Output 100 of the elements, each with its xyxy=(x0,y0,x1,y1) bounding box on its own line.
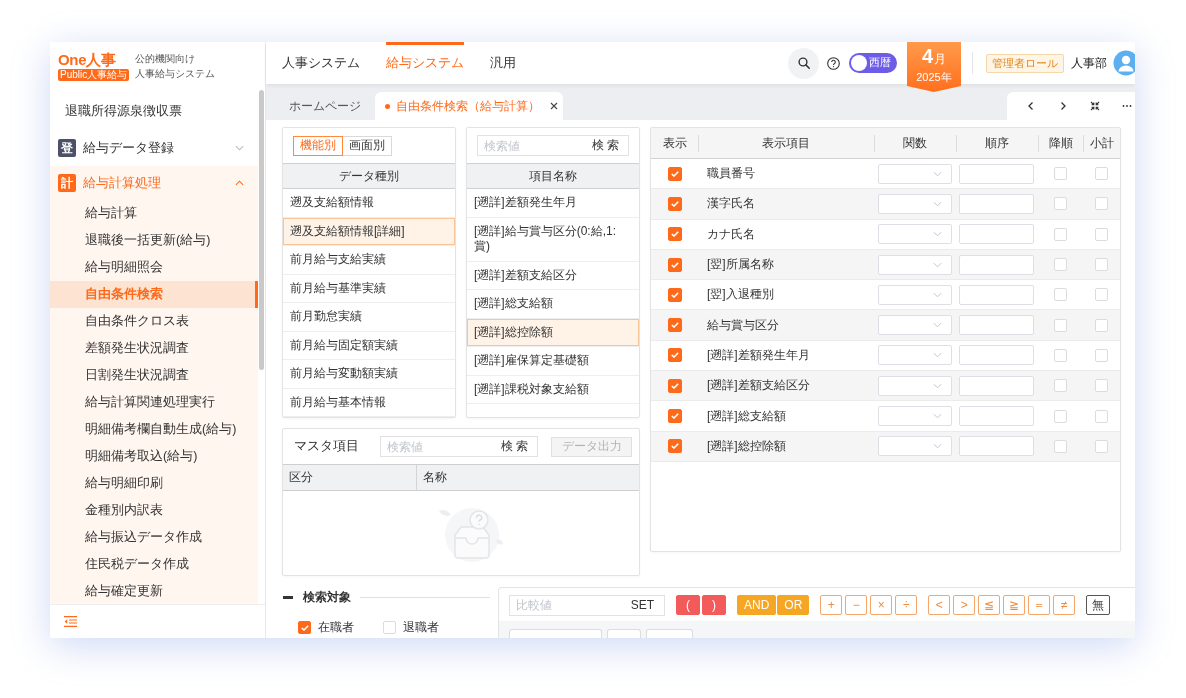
search-button[interactable] xyxy=(788,47,819,79)
submenu-item[interactable]: 給与振込データ作成 xyxy=(50,524,258,551)
table-cell-text: [翌]所属名称 xyxy=(706,256,775,274)
expression-chip[interactable] xyxy=(607,629,641,638)
order-input[interactable] xyxy=(959,345,1034,366)
nav-tab[interactable]: 人事システム xyxy=(282,42,360,84)
order-input[interactable] xyxy=(959,224,1034,245)
minus-icon[interactable] xyxy=(283,595,293,599)
user-name: 人事部 xyxy=(1071,54,1107,72)
checkbox[interactable] xyxy=(667,227,682,242)
submenu-item[interactable]: 給与明細印刷 xyxy=(50,470,258,497)
submenu-item[interactable]: 給与計算 xyxy=(50,200,258,227)
order-input[interactable] xyxy=(959,406,1034,426)
submenu-item[interactable]: 退職後一括更新(給与) xyxy=(50,227,258,254)
checkmark-icon xyxy=(670,352,679,359)
function-select[interactable] xyxy=(878,345,952,366)
list-row[interactable]: [遡詳]差額支給区分 xyxy=(467,261,639,290)
checkbox[interactable] xyxy=(667,287,682,302)
checkmark-icon xyxy=(670,322,679,329)
list-row[interactable]: [遡詳]差額発生年月 xyxy=(467,189,639,218)
list-row[interactable]: [遡詳]給与賞与区分(0:給,1:賞) xyxy=(467,217,639,262)
table-cell-text: [遡詳]総支給額 xyxy=(706,407,787,425)
calendar-toggle[interactable]: 西暦 xyxy=(849,53,897,73)
operator-button[interactable]: 無 xyxy=(1086,595,1111,615)
function-select[interactable] xyxy=(878,163,952,184)
checkbox[interactable] xyxy=(667,318,682,333)
checkbox[interactable] xyxy=(667,348,682,363)
menu-group[interactable]: 登 給与データ登録 xyxy=(50,130,258,166)
function-select[interactable] xyxy=(878,406,952,426)
order-input[interactable] xyxy=(959,284,1034,305)
expression-chip[interactable] xyxy=(509,629,602,638)
chevron-up-icon xyxy=(235,180,244,186)
chevron-down-icon xyxy=(933,200,942,207)
search-field[interactable]: 検索値 検 索 xyxy=(380,436,538,457)
list-row[interactable]: [遡詳]雇保算定基礎額 xyxy=(467,347,639,376)
function-select[interactable] xyxy=(878,375,952,396)
chevron-down-icon xyxy=(933,231,942,238)
chevron-down-icon xyxy=(933,170,942,177)
menu-item[interactable]: 退職所得源泉徴収票 xyxy=(50,96,258,126)
table-cell-text: カナ氏名 xyxy=(706,225,756,243)
list-row[interactable]: 前月給与基本情報 xyxy=(283,388,455,417)
submenu-item[interactable]: 自由条件クロス表 xyxy=(50,308,258,335)
chevron-left-icon[interactable] xyxy=(1026,101,1036,111)
function-select[interactable] xyxy=(878,284,952,305)
submenu-item[interactable]: 明細備考取込(給与) xyxy=(50,443,258,470)
list-row[interactable]: 前月勤怠実績 xyxy=(283,303,455,332)
list-row[interactable]: [遡詳]総控除額 xyxy=(467,318,639,347)
checkbox[interactable] xyxy=(667,166,682,181)
list-row[interactable]: 遡及支給額情報 xyxy=(283,189,455,218)
list-row[interactable]: [遡詳]課税対象支給額 xyxy=(467,375,639,404)
checkbox[interactable] xyxy=(667,439,682,454)
submenu-item[interactable]: 給与確定更新 xyxy=(50,578,258,604)
view-mode-tab[interactable]: 画面別 xyxy=(342,135,392,156)
submenu-item[interactable]: 給与明細照会 xyxy=(50,254,258,281)
set-button[interactable]: SET xyxy=(620,595,664,615)
page-tab[interactable]: ホームページ xyxy=(282,92,368,120)
checkbox[interactable] xyxy=(667,378,682,393)
list-row[interactable]: 前月給与基準実績 xyxy=(283,274,455,303)
function-select[interactable] xyxy=(878,436,952,457)
submenu-item[interactable]: 日割発生状況調査 xyxy=(50,362,258,389)
order-input[interactable] xyxy=(959,315,1034,336)
list-row[interactable]: 前月給与支給実績 xyxy=(283,246,455,275)
scrollbar-thumb[interactable] xyxy=(259,90,264,370)
order-input[interactable] xyxy=(959,436,1034,457)
chevron-right-icon[interactable] xyxy=(1058,101,1068,111)
search-button[interactable]: 検 索 xyxy=(582,136,628,155)
function-select[interactable] xyxy=(878,254,952,275)
checkmark-icon xyxy=(300,624,309,631)
list-row[interactable]: 前月給与固定額実績 xyxy=(283,331,455,360)
submenu-item[interactable]: 明細備考欄自動生成(給与) xyxy=(50,416,258,443)
checkbox[interactable] xyxy=(667,196,682,211)
submenu-item[interactable]: 住民税データ作成 xyxy=(50,551,258,578)
list-row[interactable]: 遡及支給額情報[詳細] xyxy=(283,217,455,246)
compare-value-field[interactable]: 比較値 SET xyxy=(509,594,665,616)
order-input[interactable] xyxy=(959,163,1034,184)
function-select[interactable] xyxy=(878,315,952,336)
function-select[interactable] xyxy=(878,193,952,214)
submenu-item[interactable]: 金種別内訳表 xyxy=(50,497,258,524)
avatar-icon[interactable] xyxy=(1113,50,1135,76)
submenu-item[interactable]: 給与計算関連処理実行 xyxy=(50,389,258,416)
order-input[interactable] xyxy=(959,254,1034,275)
list-row[interactable]: 前月給与変動額実績 xyxy=(283,360,455,389)
brand-tag: Public人事給与 xyxy=(58,68,130,81)
category-badge: 登 xyxy=(58,139,76,157)
outdent-icon[interactable] xyxy=(64,616,77,627)
search-field[interactable]: 検索値 検 索 xyxy=(477,135,629,156)
submenu-item[interactable]: 差額発生状況調査 xyxy=(50,335,258,362)
list-row[interactable]: [遡詳]総支給額 xyxy=(467,290,639,319)
close-icon[interactable] xyxy=(550,102,558,110)
order-input[interactable] xyxy=(959,375,1034,396)
checkbox[interactable] xyxy=(667,257,682,272)
compress-icon[interactable] xyxy=(1090,101,1100,111)
checkbox[interactable] xyxy=(667,409,682,423)
search-button[interactable]: 検 索 xyxy=(491,437,537,456)
function-select[interactable] xyxy=(878,224,952,245)
order-input[interactable] xyxy=(959,193,1034,214)
help-icon[interactable] xyxy=(827,56,840,70)
nav-tab[interactable]: 汎用 xyxy=(490,42,516,84)
checkbox[interactable] xyxy=(298,621,311,634)
expression-chip[interactable] xyxy=(646,629,693,638)
